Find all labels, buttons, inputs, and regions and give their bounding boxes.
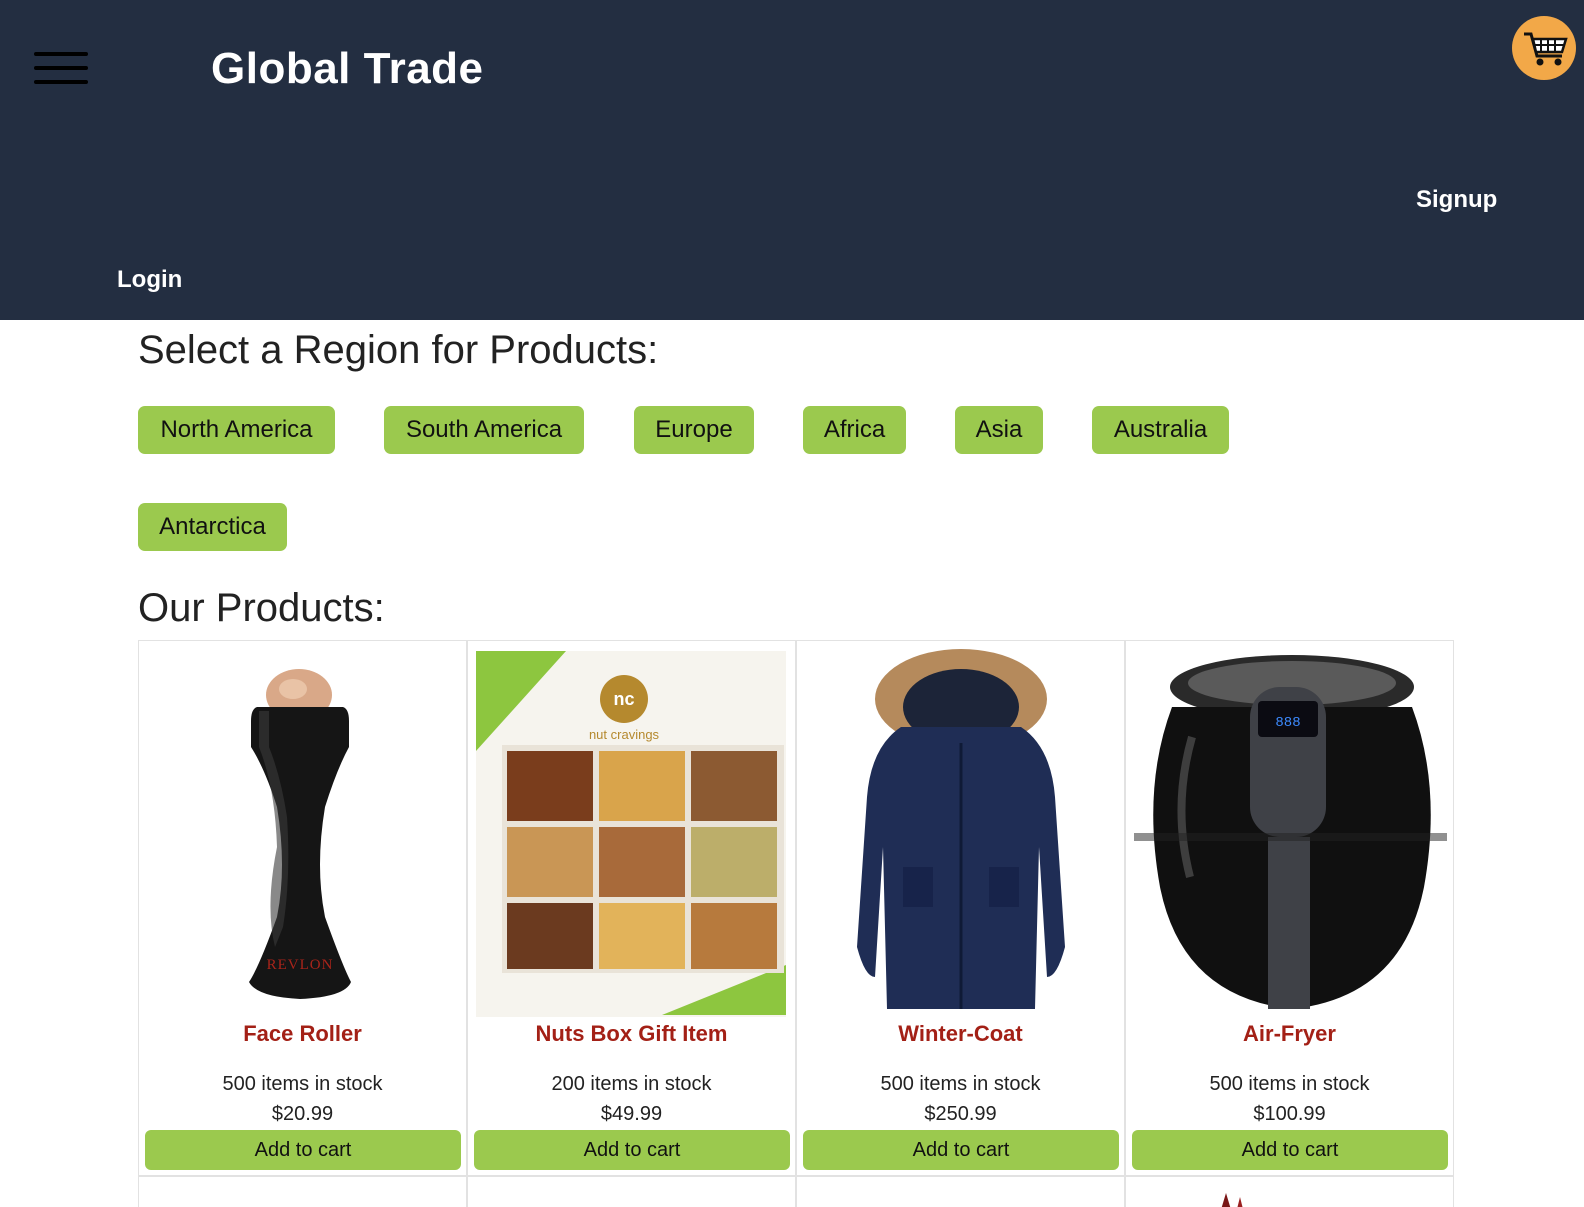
region-section-title: Select a Region for Products: xyxy=(138,328,659,372)
svg-text:nc: nc xyxy=(613,689,634,709)
product-card: 888 Air-Fryer 500 items in stock $100.99… xyxy=(1125,640,1454,1176)
product-stock: 500 items in stock xyxy=(222,1073,383,1095)
region-button-north-america[interactable]: North America xyxy=(138,406,335,454)
region-button-antarctica[interactable]: Antarctica xyxy=(138,503,287,551)
svg-text:REVLON: REVLON xyxy=(267,957,334,973)
product-stock: 500 items in stock xyxy=(880,1073,1041,1095)
product-card: Winter-Coat 500 items in stock $250.99 A… xyxy=(796,640,1125,1176)
product-card-partial xyxy=(467,1176,796,1207)
product-price: $20.99 xyxy=(271,1103,334,1125)
product-card-partial xyxy=(1125,1176,1454,1207)
region-button-africa[interactable]: Africa xyxy=(803,406,906,454)
add-to-cart-button[interactable]: Add to cart xyxy=(474,1130,790,1170)
top-navbar: Global Trade Signup Login xyxy=(0,0,1584,320)
product-card-partial xyxy=(796,1176,1125,1207)
product-price: $49.99 xyxy=(600,1103,663,1125)
shopping-cart-icon[interactable] xyxy=(1512,16,1576,80)
svg-text:888: 888 xyxy=(1275,715,1300,731)
product-card: REVLON Face Roller 500 items in stock $2… xyxy=(138,640,467,1176)
product-card-partial xyxy=(138,1176,467,1207)
product-name[interactable]: Nuts Box Gift Item xyxy=(468,1021,795,1047)
product-price: $250.99 xyxy=(924,1103,997,1125)
product-name[interactable]: Air-Fryer xyxy=(1126,1021,1453,1047)
product-card: nc nut cravings Nuts Box Gift Item 200 i… xyxy=(467,640,796,1176)
region-button-australia[interactable]: Australia xyxy=(1092,406,1229,454)
product-image-air-fryer[interactable]: 888 xyxy=(1132,647,1449,1019)
add-to-cart-button[interactable]: Add to cart xyxy=(145,1130,461,1170)
product-image-face-roller[interactable]: REVLON xyxy=(145,647,462,1019)
product-image-nuts-box[interactable]: nc nut cravings xyxy=(474,647,791,1019)
product-stock: 500 items in stock xyxy=(1209,1073,1370,1095)
brand-title[interactable]: Global Trade xyxy=(211,44,484,94)
svg-text:nut cravings: nut cravings xyxy=(589,727,660,742)
product-image-winter-coat[interactable] xyxy=(803,647,1120,1019)
add-to-cart-button[interactable]: Add to cart xyxy=(1132,1130,1448,1170)
product-name[interactable]: Face Roller xyxy=(139,1021,466,1047)
add-to-cart-button[interactable]: Add to cart xyxy=(803,1130,1119,1170)
products-section-title: Our Products: xyxy=(138,586,385,630)
region-button-europe[interactable]: Europe xyxy=(634,406,754,454)
product-name[interactable]: Winter-Coat xyxy=(797,1021,1124,1047)
region-button-asia[interactable]: Asia xyxy=(955,406,1043,454)
product-price: $100.99 xyxy=(1253,1103,1326,1125)
hamburger-menu-icon[interactable] xyxy=(32,50,90,90)
region-button-south-america[interactable]: South America xyxy=(384,406,584,454)
login-link[interactable]: Login xyxy=(117,266,182,294)
product-stock: 200 items in stock xyxy=(551,1073,712,1095)
signup-link[interactable]: Signup xyxy=(1416,186,1497,214)
